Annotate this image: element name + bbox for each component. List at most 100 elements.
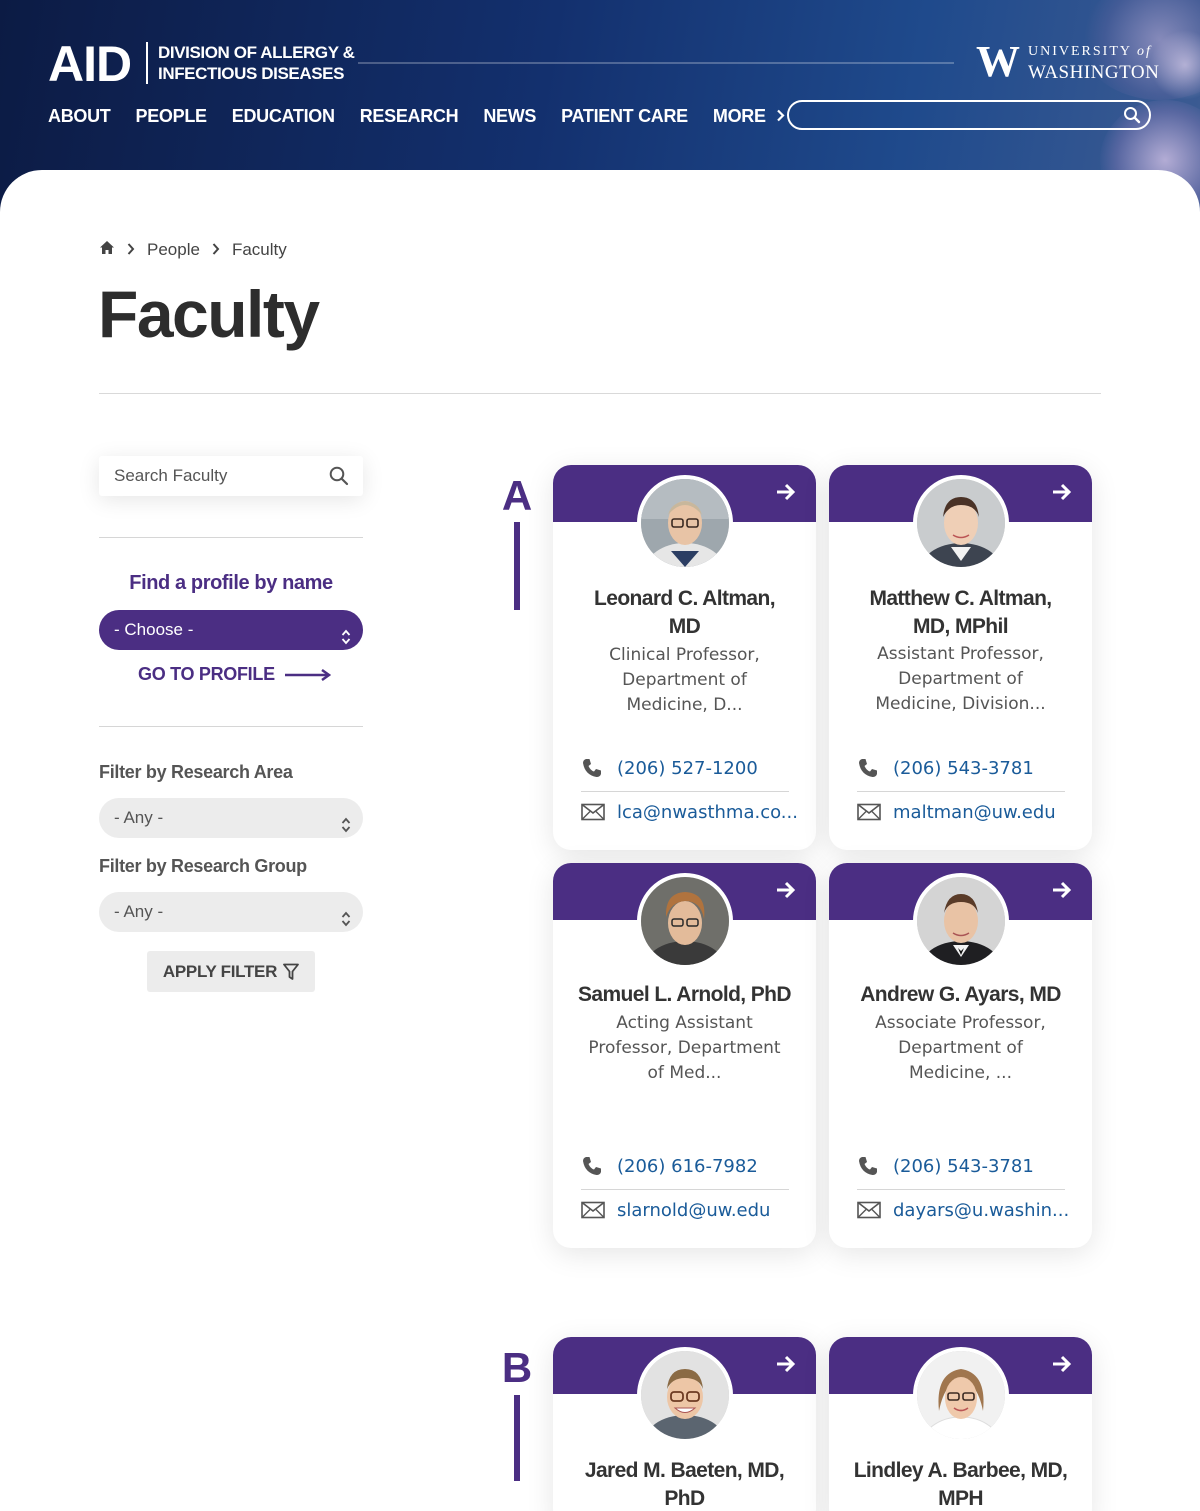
faculty-title-line3: Medicine, Division... [875, 694, 1046, 714]
nav-people[interactable]: PEOPLE [136, 104, 208, 130]
arrow-right-icon[interactable] [776, 1355, 796, 1378]
uw-wordmark[interactable]: UNIVERSITY of WASHINGTON [1028, 43, 1159, 85]
research-area-select-value: - Any - [114, 808, 164, 827]
avatar [637, 873, 733, 969]
go-to-profile-label: GO TO PROFILE [138, 664, 275, 684]
uw-wordmark-line1: UNIVERSITY [1028, 44, 1132, 59]
funnel-icon [283, 963, 299, 981]
envelope-icon [857, 803, 881, 821]
arrow-right-icon[interactable] [776, 881, 796, 904]
card-divider [857, 1189, 1065, 1190]
arrow-right-icon[interactable] [776, 483, 796, 506]
faculty-title-line2: Department of [898, 1038, 1023, 1058]
section-letter-b: B [501, 1344, 533, 1391]
envelope-icon [581, 803, 605, 821]
avatar [637, 1347, 733, 1443]
breadcrumb-faculty: Faculty [231, 240, 287, 259]
faculty-phone[interactable]: (206) 616-7982 [581, 1154, 789, 1178]
breadcrumb-chevron-icon [212, 242, 220, 259]
breadcrumb-people[interactable]: People [147, 240, 200, 260]
section-letter-bar [514, 522, 520, 610]
arrow-right-icon[interactable] [1052, 881, 1072, 904]
research-group-select[interactable]: - Any - [99, 892, 363, 932]
faculty-title-line1: Acting Assistant [616, 1013, 753, 1033]
uw-wordmark-line2: WASHINGTON [1028, 62, 1160, 83]
faculty-email[interactable]: slarnold@uw.edu [581, 1198, 789, 1222]
faculty-title-line2: Department of [622, 670, 747, 690]
faculty-name-line1: Jared M. Baeten, MD, [584, 1459, 785, 1482]
arrow-right-icon[interactable] [1052, 1355, 1072, 1378]
faculty-card[interactable]: Samuel L. Arnold, PhD Acting Assistant P… [553, 863, 816, 1248]
envelope-icon [581, 1201, 605, 1219]
nav-more[interactable]: MORE [713, 104, 785, 130]
research-area-select[interactable]: - Any - [99, 798, 363, 838]
nav-patient-care[interactable]: PATIENT CARE [561, 104, 688, 130]
faculty-email-address: dayars@u.washin... [893, 1199, 1070, 1221]
faculty-name[interactable]: Andrew G. Ayars, MD [847, 981, 1074, 1009]
avatar [913, 1347, 1009, 1443]
faculty-card[interactable]: Leonard C. Altman, MD Clinical Professor… [553, 465, 816, 850]
search-icon[interactable] [1123, 106, 1141, 129]
main-nav: ABOUT PEOPLE EDUCATION RESEARCH NEWS PAT… [48, 104, 810, 130]
apply-filter-label: APPLY FILTER [162, 961, 278, 981]
card-divider [581, 791, 789, 792]
site-search-field[interactable] [787, 100, 1151, 130]
faculty-card[interactable]: Andrew G. Ayars, MD Associate Professor,… [829, 863, 1092, 1248]
faculty-card[interactable]: Lindley A. Barbee, MD, MPH [829, 1337, 1092, 1511]
faculty-name[interactable]: Lindley A. Barbee, MD, MPH [847, 1457, 1074, 1511]
faculty-title: Clinical Professor, Department of Medici… [579, 643, 790, 718]
long-arrow-right-icon [284, 668, 331, 681]
faculty-email-address: lca@nwasthma.co... [617, 801, 798, 823]
title-divider [99, 393, 1101, 394]
faculty-card[interactable]: Matthew C. Altman, MD, MPhil Assistant P… [829, 465, 1092, 850]
division-name[interactable]: DIVISION OF ALLERGY & INFECTIOUS DISEASE… [158, 42, 355, 84]
research-area-label: Filter by Research Area [99, 762, 293, 782]
faculty-title-line2: Professor, Department [588, 1038, 781, 1058]
faculty-card[interactable]: Jared M. Baeten, MD, PhD [553, 1337, 816, 1511]
faculty-phone[interactable]: (206) 543-3781 [857, 756, 1065, 780]
go-to-profile-link[interactable]: GO TO PROFILE [138, 664, 331, 685]
breadcrumb-chevron-icon [127, 242, 135, 259]
nav-about[interactable]: ABOUT [48, 104, 111, 130]
phone-icon [857, 757, 881, 779]
faculty-email[interactable]: maltman@uw.edu [857, 800, 1065, 824]
apply-filter-button[interactable]: APPLY FILTER [147, 951, 315, 992]
search-icon[interactable] [329, 466, 349, 491]
avatar [913, 873, 1009, 969]
faculty-email[interactable]: dayars@u.washin... [857, 1198, 1069, 1222]
faculty-email-address: maltman@uw.edu [893, 801, 1056, 823]
home-icon[interactable] [99, 240, 115, 260]
faculty-name[interactable]: Matthew C. Altman, MD, MPhil [847, 585, 1074, 641]
division-name-line1: DIVISION OF ALLERGY & [158, 43, 355, 62]
arrow-right-icon[interactable] [1052, 483, 1072, 506]
nav-news[interactable]: NEWS [483, 104, 536, 130]
faculty-phone[interactable]: (206) 543-3781 [857, 1154, 1065, 1178]
faculty-phone-number: (206) 543-3781 [893, 1155, 1034, 1177]
faculty-title-line1: Assistant Professor, [877, 644, 1044, 664]
faculty-name[interactable]: Jared M. Baeten, MD, PhD [571, 1457, 798, 1511]
faculty-search-input[interactable] [99, 456, 319, 496]
faculty-name[interactable]: Leonard C. Altman, MD [571, 585, 798, 641]
faculty-phone[interactable]: (206) 527-1200 [581, 756, 789, 780]
faculty-email[interactable]: lca@nwasthma.co... [581, 800, 798, 824]
logo-divider [146, 42, 148, 84]
card-divider [581, 1189, 789, 1190]
faculty-phone-number: (206) 616-7982 [617, 1155, 758, 1177]
uw-w-logo-icon[interactable]: W [976, 40, 1020, 84]
faculty-name[interactable]: Samuel L. Arnold, PhD [571, 981, 798, 1009]
faculty-name-line1: Lindley A. Barbee, MD, [853, 1459, 1068, 1482]
profile-name-select-value: - Choose - [114, 620, 194, 639]
nav-research[interactable]: RESEARCH [360, 104, 459, 130]
aid-logo[interactable]: AID [48, 36, 132, 92]
section-letter-a: A [501, 472, 533, 519]
faculty-phone-number: (206) 543-3781 [893, 757, 1034, 779]
faculty-name-line1: Samuel L. Arnold, PhD [578, 983, 792, 1006]
faculty-title-line3: Medicine, D... [626, 695, 743, 715]
faculty-name-line1: Matthew C. Altman, [869, 587, 1052, 610]
faculty-title: Acting Assistant Professor, Department o… [579, 1011, 790, 1086]
find-profile-heading: Find a profile by name [129, 572, 333, 594]
profile-name-select[interactable]: - Choose - [99, 610, 363, 650]
avatar [637, 475, 733, 571]
nav-education[interactable]: EDUCATION [232, 104, 335, 130]
research-group-label: Filter by Research Group [99, 856, 307, 876]
